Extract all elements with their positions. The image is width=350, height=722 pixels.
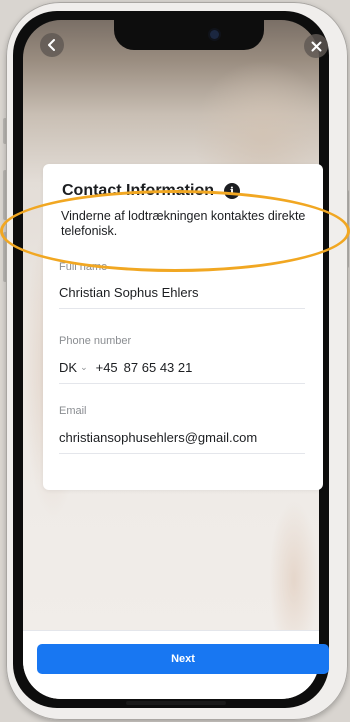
full-name-label: Full name bbox=[59, 261, 108, 273]
chevron-left-icon bbox=[48, 39, 55, 51]
phone-number-label: Phone number bbox=[59, 335, 132, 347]
card-title-row: Contact Information i bbox=[62, 182, 240, 200]
phone-number-field[interactable]: DK ⌄ +45 87 65 43 21 bbox=[59, 360, 305, 384]
next-button[interactable]: Next bbox=[37, 644, 329, 674]
phone-number-value: 87 65 43 21 bbox=[123, 360, 193, 375]
back-button[interactable] bbox=[40, 33, 64, 57]
email-field[interactable]: christiansophusehlers@gmail.com bbox=[59, 430, 305, 454]
info-icon[interactable]: i bbox=[224, 183, 240, 199]
country-code: DK bbox=[59, 360, 78, 375]
country-code-select[interactable]: DK ⌄ bbox=[59, 360, 88, 375]
card-title: Contact Information bbox=[62, 182, 214, 199]
contact-information-card: Contact Information i Vinderne af lodtræ… bbox=[43, 164, 323, 490]
home-indicator bbox=[126, 701, 226, 705]
card-description: Vinderne af lodtrækningen kontaktes dire… bbox=[61, 209, 306, 238]
full-name-field[interactable]: Christian Sophus Ehlers bbox=[59, 285, 305, 309]
email-label: Email bbox=[59, 405, 87, 417]
close-icon bbox=[311, 41, 321, 51]
dial-code: +45 bbox=[95, 360, 118, 375]
close-button[interactable] bbox=[304, 34, 328, 58]
chevron-down-icon: ⌄ bbox=[80, 362, 88, 372]
camera-icon bbox=[210, 30, 219, 39]
phone-notch bbox=[114, 20, 264, 50]
